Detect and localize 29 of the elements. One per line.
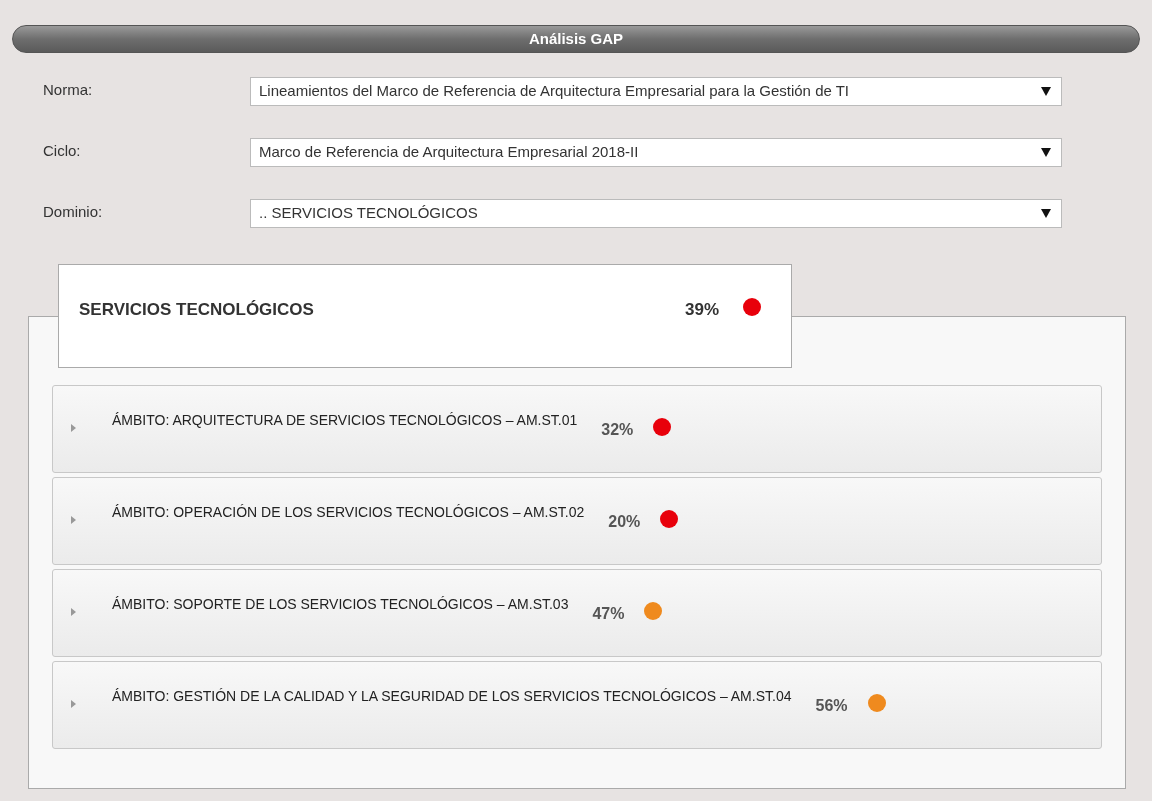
select-field[interactable]: Lineamientos del Marco de Referencia de Arquitectura Empresarial para la Gestión de TI — [250, 77, 1062, 106]
domain-title: SERVICIOS TECNOLÓGICOS — [79, 299, 315, 321]
caret-right-icon — [71, 608, 76, 616]
scope-percent: 47% — [592, 604, 625, 624]
scope-title: ÁMBITO: GESTIÓN DE LA CALIDAD Y LA SEGURIDAD DE LOS SERVICIOS TECNOLÓGICOS – AM.ST.04 — [112, 687, 792, 706]
scope-item[interactable]: ÁMBITO: SOPORTE DE LOS SERVICIOS TECNOLÓGICOS – AM.ST.03 47% — [52, 569, 1102, 657]
caret-right-icon — [71, 700, 76, 708]
scope-percent: 32% — [601, 420, 634, 440]
field-label: Dominio: — [43, 202, 104, 222]
field-label: Ciclo: — [43, 141, 82, 161]
select-field[interactable]: Marco de Referencia de Arquitectura Empresarial 2018-II — [250, 138, 1062, 167]
scope-title: ÁMBITO: ARQUITECTURA DE SERVICIOS TECNOLÓGICOS – AM.ST.01 — [112, 411, 578, 430]
page-title: Análisis GAP — [528, 28, 624, 49]
caret-right-icon — [71, 516, 76, 524]
domain-percent: 39% — [684, 299, 719, 321]
scope-item[interactable]: ÁMBITO: OPERACIÓN DE LOS SERVICIOS TECNOLÓGICOS – AM.ST.02 20% — [52, 477, 1102, 565]
caret-down-icon — [1041, 148, 1051, 157]
scope-title: ÁMBITO: SOPORTE DE LOS SERVICIOS TECNOLÓGICOS – AM.ST.03 — [112, 595, 569, 614]
scope-percent: 20% — [608, 512, 641, 532]
scope-percent: 56% — [815, 696, 848, 716]
caret-down-icon — [1041, 87, 1051, 96]
select-field[interactable]: .. SERVICIOS TECNOLÓGICOS — [250, 199, 1062, 228]
caret-down-icon — [1041, 209, 1051, 218]
scope-item[interactable]: ÁMBITO: ARQUITECTURA DE SERVICIOS TECNOLÓGICOS – AM.ST.01 32% — [52, 385, 1102, 473]
domain-tab[interactable]: SERVICIOS TECNOLÓGICOS 39% — [58, 264, 792, 368]
caret-right-icon — [71, 424, 76, 432]
scope-title: ÁMBITO: OPERACIÓN DE LOS SERVICIOS TECNOLÓGICOS – AM.ST.02 — [112, 503, 585, 522]
field-label: Norma: — [43, 80, 94, 100]
scope-item[interactable]: ÁMBITO: GESTIÓN DE LA CALIDAD Y LA SEGURIDAD DE LOS SERVICIOS TECNOLÓGICOS – AM.ST.04 56% — [52, 661, 1102, 749]
